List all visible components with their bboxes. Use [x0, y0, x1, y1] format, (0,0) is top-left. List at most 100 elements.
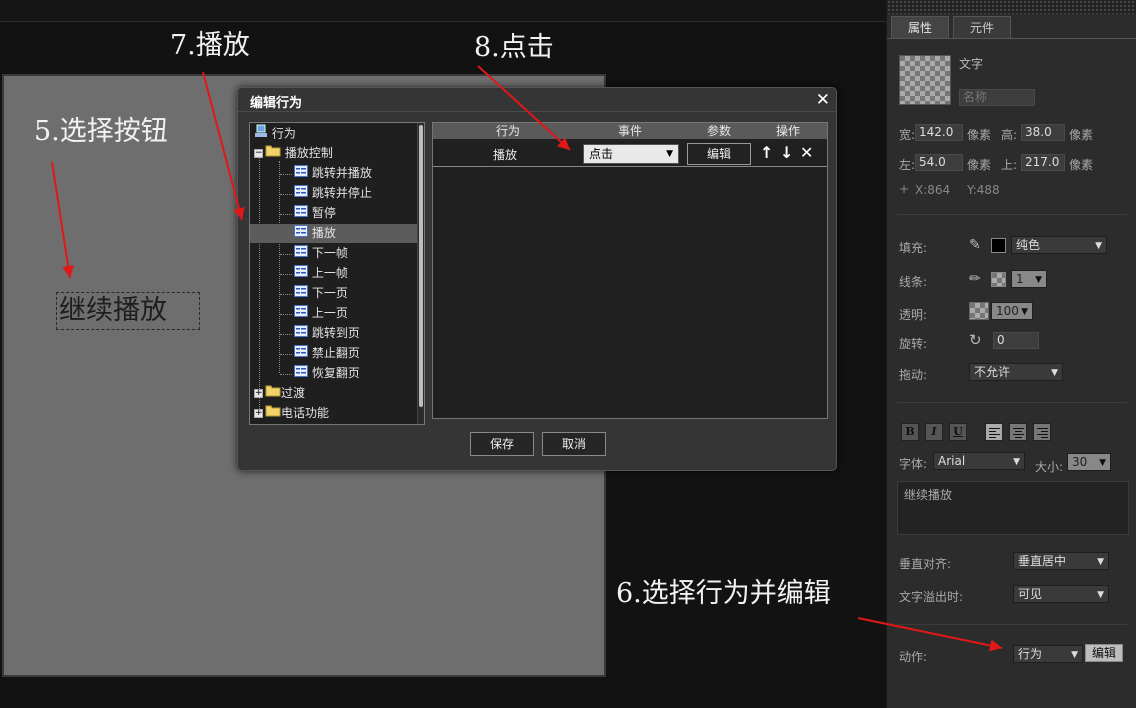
tree-root[interactable]: 行为 [254, 124, 420, 143]
text-content-area[interactable]: 继续播放 [897, 481, 1129, 535]
folder-open-icon [265, 144, 281, 163]
save-button[interactable]: 保存 [470, 432, 534, 456]
rotate-input[interactable]: 0 [993, 332, 1039, 349]
close-icon[interactable]: ✕ [816, 89, 830, 111]
cancel-button[interactable]: 取消 [542, 432, 606, 456]
event-select-value: 点击 [589, 147, 614, 161]
overflow-select[interactable]: 可见 ▼ [1013, 585, 1109, 603]
tree-item[interactable]: 恢复翻页 [250, 364, 419, 383]
chevron-down-icon: ▼ [1035, 275, 1042, 285]
chevron-down-icon: ▼ [1095, 241, 1102, 251]
behavior-item-icon [294, 244, 308, 263]
delete-icon[interactable]: ✕ [800, 144, 813, 162]
tree-group-transition[interactable]: + 过渡 [254, 384, 420, 403]
align-left-button[interactable] [985, 423, 1003, 441]
panel-divider [897, 402, 1127, 403]
tree-group-label: 播放控制 [284, 146, 333, 160]
tree-item-label: 下一帧 [311, 246, 348, 260]
arrow-up-icon[interactable]: ↑ [760, 144, 773, 162]
header-event: 事件 [617, 124, 642, 138]
tree-item[interactable]: 跳转到页 [250, 324, 419, 343]
behavior-item-icon [294, 184, 308, 203]
chevron-down-icon: ▼ [1097, 590, 1104, 600]
unit-label: 像素 [1069, 128, 1094, 142]
header-action: 行为 [495, 124, 520, 138]
fill-color-swatch[interactable] [991, 238, 1006, 253]
left-input[interactable]: 54.0 [915, 154, 963, 171]
unit-label: 像素 [967, 158, 992, 172]
bold-button[interactable]: B [901, 423, 919, 441]
tree-item[interactable]: 跳转并停止 [250, 184, 419, 203]
opacity-select[interactable]: 100 ▼ [991, 302, 1033, 320]
collapse-icon[interactable]: − [254, 149, 263, 158]
element-thumbnail [899, 55, 951, 105]
name-input[interactable]: 名称 [959, 89, 1035, 106]
panel-divider [897, 624, 1127, 625]
behavior-item-icon [294, 284, 308, 303]
tree-item[interactable]: 禁止翻页 [250, 344, 419, 363]
height-input[interactable]: 38.0 [1021, 124, 1065, 141]
drag-select[interactable]: 不允许 ▼ [969, 363, 1063, 381]
cursor-y: Y:488 [967, 183, 1000, 197]
action-edit-button[interactable]: 编辑 [1085, 644, 1123, 662]
tree-scrollbar[interactable] [417, 123, 424, 424]
behavior-item-icon [294, 164, 308, 183]
fill-label: 填充: [899, 241, 928, 255]
dialog-title-divider [238, 111, 836, 112]
chevron-down-icon: ▼ [1013, 457, 1020, 467]
text-element-button[interactable]: 继续播放 [56, 292, 200, 330]
table-header: 行为 事件 参数 操作 [433, 123, 827, 139]
scrollbar-thumb[interactable] [419, 125, 423, 407]
align-center-button[interactable] [1009, 423, 1027, 441]
tree-item[interactable]: 上一帧 [250, 264, 419, 283]
tree-item[interactable]: 下一页 [250, 284, 419, 303]
chevron-down-icon: ▼ [1097, 557, 1104, 567]
unit-label: 像素 [1069, 158, 1094, 172]
top-label: 上: [1001, 158, 1018, 172]
opacity-value: 100 [996, 304, 1019, 318]
tab-components[interactable]: 元件 [953, 16, 1011, 38]
font-value: Arial [938, 454, 966, 468]
stroke-width-select[interactable]: 1 ▼ [1011, 270, 1047, 288]
chevron-down-icon: ▼ [1051, 368, 1058, 378]
tab-divider [887, 38, 1136, 39]
crosshair-icon: + [899, 182, 910, 196]
valign-select[interactable]: 垂直居中 ▼ [1013, 552, 1109, 570]
annotation-step6: 6.选择行为并编辑 [616, 578, 831, 609]
fill-type-select[interactable]: 纯色 ▼ [1011, 236, 1107, 254]
behavior-item-icon [294, 364, 308, 383]
italic-button[interactable]: I [925, 423, 943, 441]
font-size-select[interactable]: 30 ▼ [1067, 453, 1111, 471]
unit-label: 像素 [967, 128, 992, 142]
valign-label: 垂直对齐: [899, 557, 952, 571]
underline-button[interactable]: U [949, 423, 967, 441]
action-select[interactable]: 行为 ▼ [1013, 645, 1083, 663]
fill-type-value: 纯色 [1016, 238, 1041, 252]
tab-properties[interactable]: 属性 [891, 16, 949, 38]
tree-item[interactable]: 跳转并播放 [250, 164, 419, 183]
table-row[interactable]: 播放 点击 ▼ 编辑 ↑ ↓ ✕ [433, 140, 827, 167]
font-select[interactable]: Arial ▼ [933, 452, 1025, 470]
event-select[interactable]: 点击 ▼ [583, 144, 679, 164]
tree-item-label: 恢复翻页 [311, 366, 360, 380]
overflow-value: 可见 [1018, 587, 1043, 601]
element-type-label: 文字 [959, 57, 984, 71]
top-bar [0, 0, 886, 22]
folder-icon [265, 384, 281, 403]
top-input[interactable]: 217.0 [1021, 154, 1065, 171]
chevron-down-icon: ▼ [1021, 307, 1028, 317]
width-input[interactable]: 142.0 [915, 124, 963, 141]
tree-group-playback[interactable]: − 播放控制 [254, 144, 420, 163]
stroke-color-swatch[interactable] [991, 272, 1006, 287]
cursor-x: X:864 [915, 183, 951, 197]
param-edit-button[interactable]: 编辑 [687, 143, 751, 165]
arrow-down-icon[interactable]: ↓ [780, 144, 793, 162]
align-right-button[interactable] [1033, 423, 1051, 441]
tree-item[interactable]: 播放 [250, 224, 419, 243]
tree-group-phone[interactable]: + 电话功能 [254, 404, 420, 423]
tree-item[interactable]: 上一页 [250, 304, 419, 323]
tree-item[interactable]: 暂停 [250, 204, 419, 223]
expand-icon[interactable]: + [254, 389, 263, 398]
expand-icon[interactable]: + [254, 409, 263, 418]
tree-item[interactable]: 下一帧 [250, 244, 419, 263]
